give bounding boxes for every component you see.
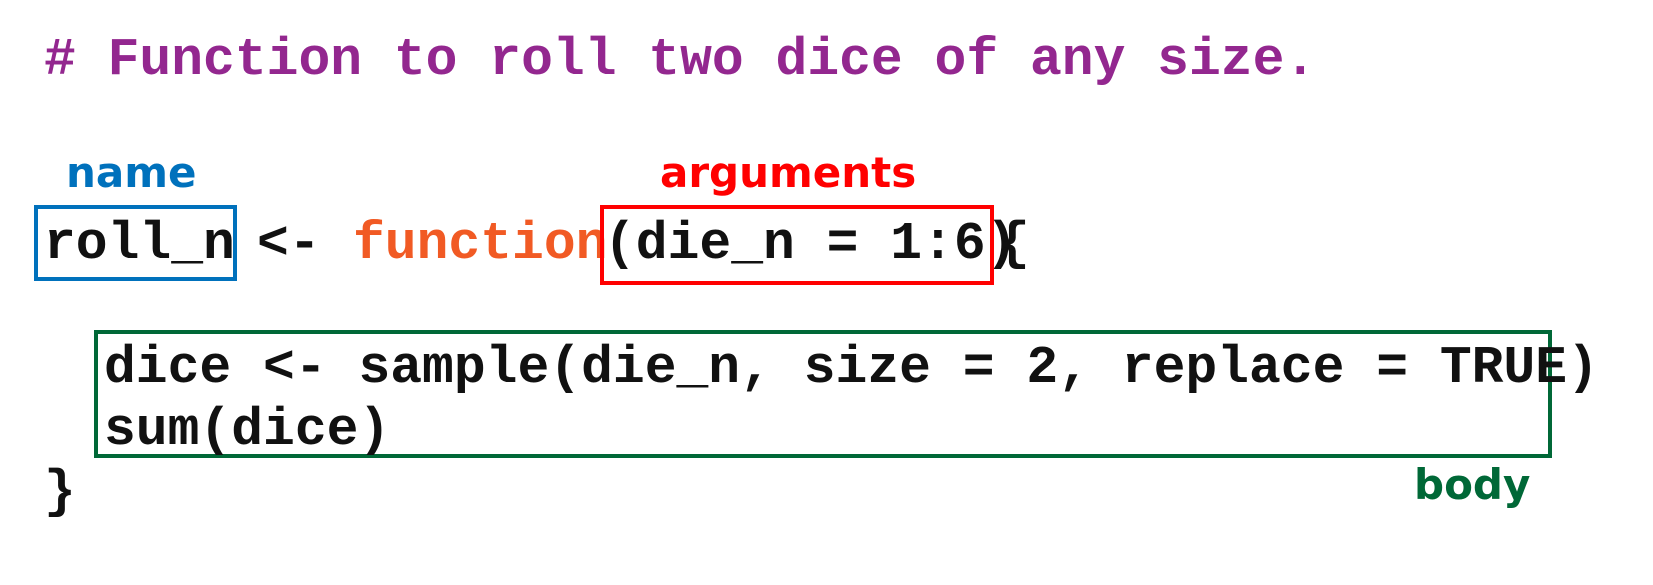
body-line-2: sum(dice)	[104, 400, 391, 460]
body-line-1: dice <- sample(die_n, size = 2, replace …	[104, 338, 1599, 398]
assignment-operator: <-	[257, 214, 321, 274]
name-box	[34, 205, 237, 281]
close-brace: }	[44, 462, 76, 522]
comment-line: # Function to roll two dice of any size.	[44, 30, 1317, 90]
body-label: body	[1414, 460, 1531, 509]
arguments-label: arguments	[660, 148, 917, 197]
arguments-box	[600, 205, 994, 285]
function-keyword: function	[353, 214, 608, 274]
name-label: name	[66, 148, 197, 197]
open-brace: {	[998, 214, 1030, 274]
